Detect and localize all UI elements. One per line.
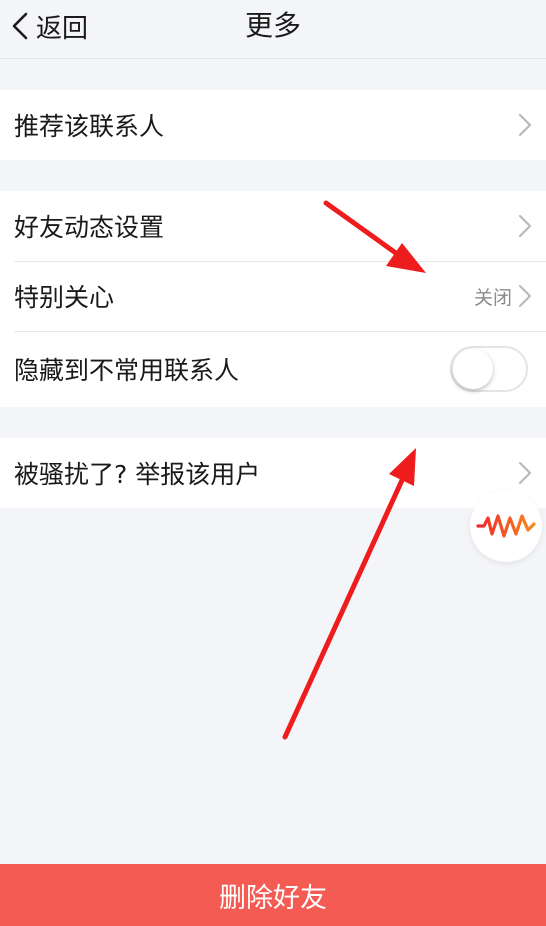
special-care-value: 关闭 [473, 286, 512, 309]
row-label: 推荐该联系人 [14, 112, 165, 141]
hide-contact-toggle[interactable] [450, 346, 528, 392]
chevron-right-icon [518, 113, 532, 137]
nav-bar: 返回 更多 [0, 0, 546, 59]
row-hide-to-infrequent: 隐藏到不常用联系人 [0, 331, 546, 407]
row-friend-feed-settings[interactable]: 好友动态设置 [0, 191, 546, 261]
group-settings: 好友动态设置 特别关心 关闭 隐藏到不常用联系人 [0, 191, 546, 407]
row-special-care[interactable]: 特别关心 关闭 [0, 261, 546, 331]
group-report: 被骚扰了? 举报该用户 [0, 438, 546, 508]
toggle-knob [453, 349, 493, 389]
group-recommend: 推荐该联系人 [0, 90, 546, 160]
row-label: 隐藏到不常用联系人 [14, 356, 240, 385]
row-label: 好友动态设置 [14, 213, 165, 242]
row-label: 特别关心 [14, 283, 115, 312]
sound-wave-icon [476, 514, 536, 538]
chevron-right-icon [518, 461, 532, 485]
chevron-right-icon [518, 214, 532, 238]
chevron-right-icon [518, 284, 532, 308]
row-label: 被骚扰了? 举报该用户 [14, 460, 261, 489]
row-report-user[interactable]: 被骚扰了? 举报该用户 [0, 438, 546, 508]
floating-assistant-button[interactable] [470, 490, 542, 562]
delete-friend-button[interactable]: 删除好友 [0, 864, 546, 926]
row-recommend-contact[interactable]: 推荐该联系人 [0, 90, 546, 160]
page-title: 更多 [244, 9, 301, 42]
